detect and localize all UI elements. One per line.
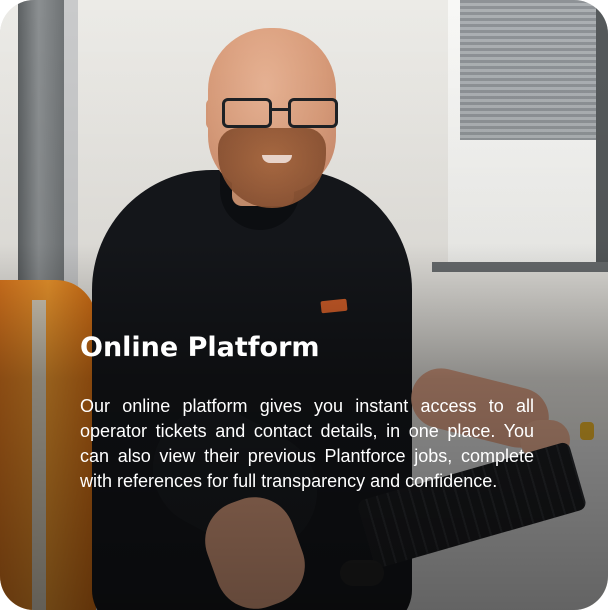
card-description: Our online platform gives you instant ac… [80,396,534,491]
feature-card: Online Platform Our online platform give… [0,0,608,610]
dark-gradient-overlay [0,0,608,610]
card-title: Online Platform [80,332,320,363]
